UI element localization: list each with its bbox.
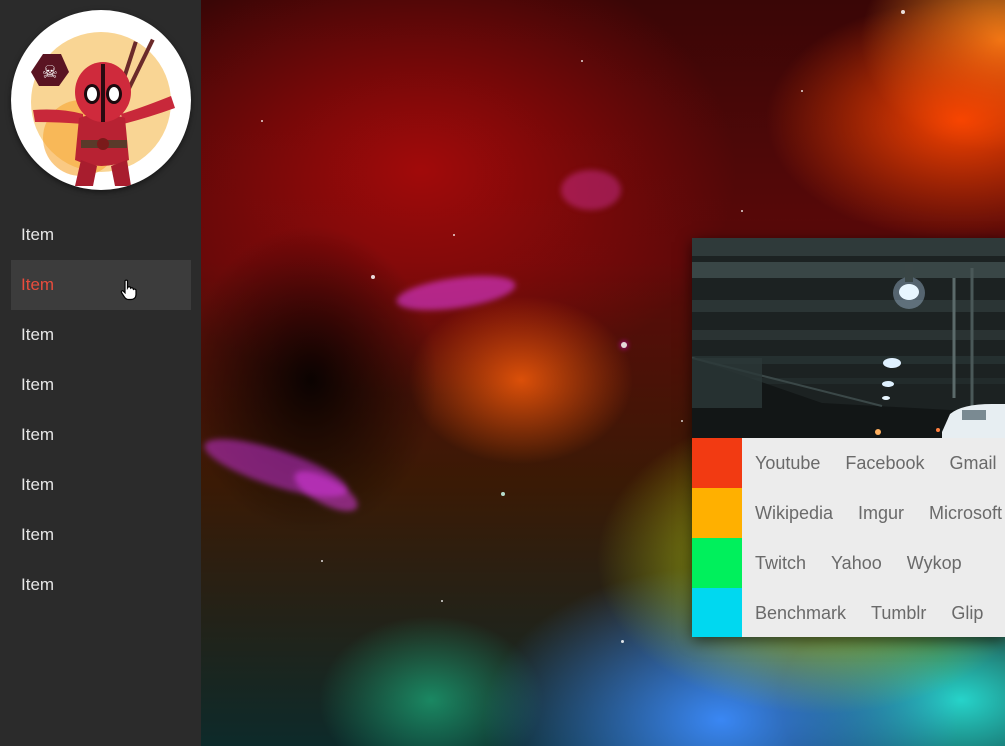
star bbox=[741, 210, 743, 212]
row-color-swatch bbox=[692, 588, 742, 637]
sidebar-item-4[interactable]: Item bbox=[11, 360, 191, 410]
sidebar-item-label: Item bbox=[21, 225, 55, 244]
youtube-link[interactable]: Youtube bbox=[755, 453, 820, 474]
shortcut-rows: Youtube Facebook Gmail Wikipedia Imgur M… bbox=[692, 438, 1005, 637]
glip-link[interactable]: Glip bbox=[951, 603, 983, 624]
tumblr-link[interactable]: Tumblr bbox=[871, 603, 926, 624]
star bbox=[453, 234, 455, 236]
hand-pointer-cursor-icon bbox=[120, 279, 137, 301]
sidebar-item-label: Item bbox=[21, 475, 55, 494]
star bbox=[621, 342, 627, 348]
star bbox=[581, 60, 583, 62]
sidebar-item-7[interactable]: Item bbox=[11, 510, 191, 560]
star bbox=[801, 90, 803, 92]
star bbox=[261, 120, 263, 122]
shortcut-row: Benchmark Tumblr Glip bbox=[692, 588, 1005, 637]
sidebar-item-5[interactable]: Item bbox=[11, 410, 191, 460]
sidebar-nav: Item Item Item Item Item Item Item Item bbox=[11, 210, 191, 610]
twitch-link[interactable]: Twitch bbox=[755, 553, 806, 574]
star bbox=[321, 560, 323, 562]
microsoft-link[interactable]: Microsoft bbox=[929, 503, 1002, 524]
star bbox=[681, 420, 683, 422]
gmail-link[interactable]: Gmail bbox=[949, 453, 996, 474]
sidebar-item-3[interactable]: Item bbox=[11, 310, 191, 360]
sidebar-item-label: Item bbox=[21, 275, 55, 294]
launcher-card: Youtube Facebook Gmail Wikipedia Imgur M… bbox=[692, 238, 1005, 637]
sidebar: ☠ Item Item Item Item Item Item Item Ite… bbox=[0, 0, 201, 746]
shortcut-row: Twitch Yahoo Wykop bbox=[692, 538, 1005, 588]
sidebar-item-8[interactable]: Item bbox=[11, 560, 191, 610]
sidebar-item-label: Item bbox=[21, 375, 55, 394]
row-color-swatch bbox=[692, 538, 742, 588]
benchmark-link[interactable]: Benchmark bbox=[755, 603, 846, 624]
parking-garage-image-art bbox=[692, 238, 1005, 438]
sidebar-item-label: Item bbox=[21, 575, 55, 594]
wykop-link[interactable]: Wykop bbox=[907, 553, 962, 574]
row-color-swatch bbox=[692, 438, 742, 488]
parking-garage-image bbox=[692, 238, 1005, 438]
row-color-swatch bbox=[692, 488, 742, 538]
nebula-streak bbox=[561, 170, 621, 210]
shortcut-row: Youtube Facebook Gmail bbox=[692, 438, 1005, 488]
star bbox=[371, 275, 375, 279]
yahoo-link[interactable]: Yahoo bbox=[831, 553, 882, 574]
sidebar-item-6[interactable]: Item bbox=[11, 460, 191, 510]
deadpool-avatar-icon: ☠ bbox=[31, 32, 175, 186]
star bbox=[901, 10, 905, 14]
facebook-link[interactable]: Facebook bbox=[845, 453, 924, 474]
sidebar-item-label: Item bbox=[21, 425, 55, 444]
star bbox=[501, 492, 505, 496]
sidebar-item-1[interactable]: Item bbox=[11, 210, 191, 260]
star bbox=[621, 640, 624, 643]
nebula-streak bbox=[394, 269, 518, 317]
sidebar-item-label: Item bbox=[21, 325, 55, 344]
svg-text:☠: ☠ bbox=[42, 62, 58, 83]
wikipedia-link[interactable]: Wikipedia bbox=[755, 503, 833, 524]
shortcut-row: Wikipedia Imgur Microsoft bbox=[692, 488, 1005, 538]
avatar[interactable]: ☠ bbox=[11, 10, 191, 190]
sidebar-item-2[interactable]: Item bbox=[11, 260, 191, 310]
star bbox=[441, 600, 443, 602]
sidebar-item-label: Item bbox=[21, 525, 55, 544]
imgur-link[interactable]: Imgur bbox=[858, 503, 904, 524]
